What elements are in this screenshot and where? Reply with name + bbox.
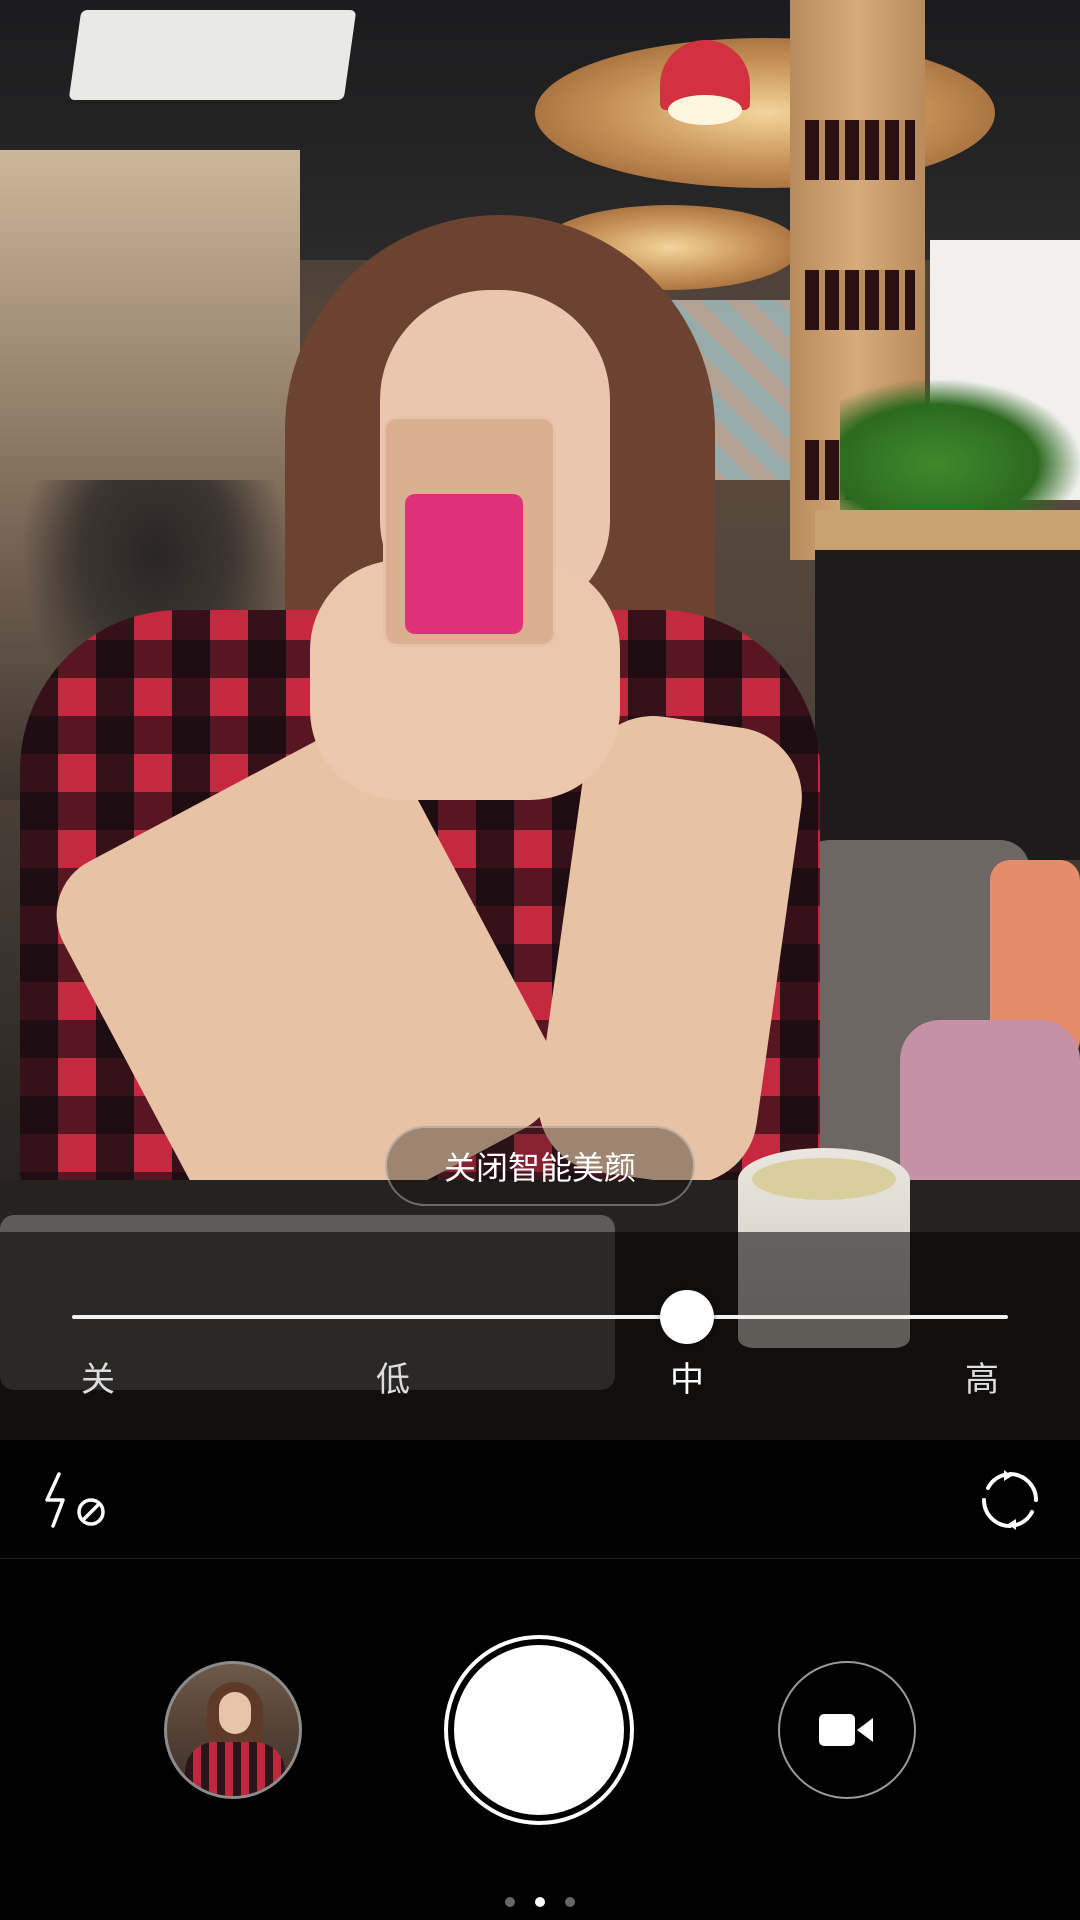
smart-beauty-toggle-button[interactable]: 关闭智能美颜 <box>385 1126 695 1206</box>
shutter-button[interactable] <box>444 1635 634 1825</box>
beauty-level-panel: 关 低 中 高 <box>0 1232 1080 1440</box>
page-dot-active <box>535 1897 545 1907</box>
page-dot <box>565 1897 575 1907</box>
ceiling-lamp <box>535 38 995 188</box>
video-camera-icon <box>819 1714 873 1746</box>
beauty-slider-track[interactable] <box>72 1315 1008 1319</box>
bottle-row <box>805 270 915 330</box>
counter <box>815 510 1080 860</box>
thumbnail-shirt <box>185 1742 285 1796</box>
page-dot <box>505 1897 515 1907</box>
beauty-level-medium[interactable]: 中 <box>647 1352 727 1401</box>
phone-card-holder <box>405 494 523 634</box>
beauty-level-off[interactable]: 关 <box>58 1352 138 1401</box>
switch-camera-icon[interactable] <box>972 1462 1048 1538</box>
bottle-row <box>805 120 915 180</box>
flash-off-icon[interactable] <box>36 1462 112 1538</box>
beauty-slider-thumb[interactable] <box>660 1290 714 1344</box>
tea <box>752 1158 896 1200</box>
pendant-glow <box>668 95 742 125</box>
gallery-thumbnail[interactable] <box>164 1661 302 1799</box>
mode-page-indicator <box>0 1897 1080 1907</box>
air-conditioner <box>68 10 357 100</box>
shutter-inner <box>454 1645 624 1815</box>
beauty-level-low[interactable]: 低 <box>353 1352 433 1401</box>
video-mode-button[interactable] <box>778 1661 916 1799</box>
plants <box>840 380 1080 520</box>
beauty-level-high[interactable]: 高 <box>942 1352 1022 1401</box>
capture-controls <box>0 1559 1080 1920</box>
thumbnail-face <box>219 1692 251 1734</box>
camera-toolbar <box>0 1440 1080 1559</box>
camera-viewfinder[interactable]: 关闭智能美颜 关 低 中 高 <box>0 0 1080 1440</box>
